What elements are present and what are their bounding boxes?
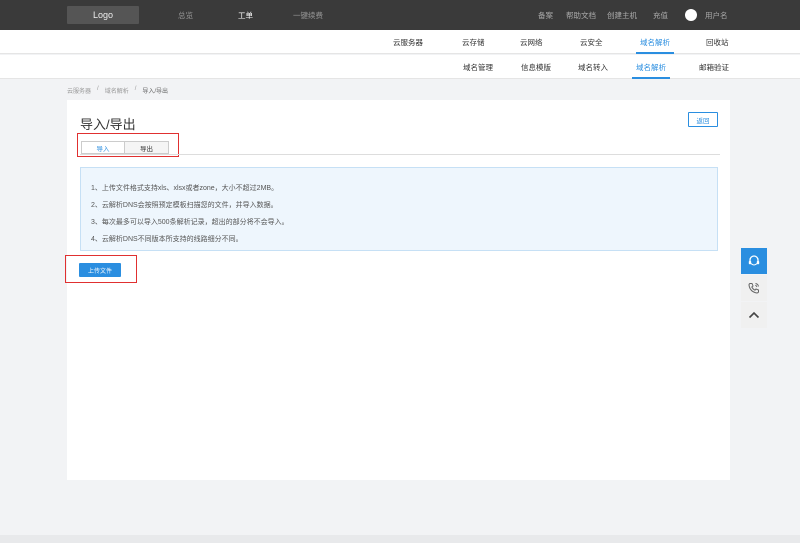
footer-strip <box>0 535 800 543</box>
nav-cloud-security[interactable]: 云安全 <box>580 30 603 54</box>
breadcrumb-separator: / <box>97 86 99 92</box>
chevron-up-icon <box>748 311 760 319</box>
phone-icon <box>748 283 759 294</box>
notice-line: 2、云解析DNS会按照预定模板扫描您的文件，并导入数据。 <box>91 202 278 209</box>
floating-toolbar <box>741 248 767 329</box>
import-notice: 1、上传文件格式支持xls、xlsx或者zone，大小不超过2MB。 2、云解析… <box>80 167 718 251</box>
notice-line: 1、上传文件格式支持xls、xlsx或者zone，大小不超过2MB。 <box>91 185 279 192</box>
subnav-info-template[interactable]: 信息模版 <box>521 55 551 79</box>
subnav-dns[interactable]: 域名解析 <box>632 55 670 79</box>
subnav-email-verify[interactable]: 邮箱验证 <box>699 55 729 79</box>
phone-button[interactable] <box>741 275 767 301</box>
nav-cloud-server[interactable]: 云服务器 <box>393 30 423 54</box>
topnav-filing[interactable]: 备案 <box>538 0 553 30</box>
tab-export[interactable]: 导出 <box>125 141 169 154</box>
tab-divider <box>80 154 720 155</box>
notice-line: 3、每次最多可以导入500条解析记录，超出的部分将不会导入。 <box>91 219 289 226</box>
username: 用户名 <box>705 10 728 20</box>
breadcrumb: 云服务器 / 域名解析 / 导入/导出 <box>67 86 168 95</box>
top-bar: Logo 总览 工单 一键续费 备案 帮助文档 创建主机 充值 用户名 <box>0 0 800 30</box>
topnav-create-host[interactable]: 创建主机 <box>607 0 637 30</box>
headset-icon <box>748 255 760 266</box>
tab-bar: 导入 导出 <box>81 141 169 154</box>
topnav-ticket[interactable]: 工单 <box>238 0 253 30</box>
notice-line: 4、云解析DNS不同版本所支持的线路细分不同。 <box>91 236 243 243</box>
topnav-recharge[interactable]: 充值 <box>653 0 668 30</box>
nav-recycle-bin[interactable]: 回收站 <box>706 30 729 54</box>
secondary-nav: 域名管理 信息模版 域名转入 域名解析 邮箱验证 <box>0 55 800 79</box>
topnav-help-docs[interactable]: 帮助文档 <box>566 0 596 30</box>
avatar <box>685 9 697 21</box>
nav-cloud-storage[interactable]: 云存储 <box>462 30 485 54</box>
breadcrumb-separator: / <box>134 86 137 92</box>
customer-service-button[interactable] <box>741 248 767 274</box>
breadcrumb-item[interactable]: 域名解析 <box>105 86 129 95</box>
main-panel: 导入/导出 返回 导入 导出 1、上传文件格式支持xls、xlsx或者zone，… <box>65 100 730 480</box>
breadcrumb-item[interactable]: 云服务器 <box>67 86 91 95</box>
subnav-domain-transfer[interactable]: 域名转入 <box>578 55 608 79</box>
subnav-domain-manage[interactable]: 域名管理 <box>463 55 493 79</box>
back-to-top-button[interactable] <box>741 302 767 328</box>
user-menu[interactable]: 用户名 <box>685 0 728 30</box>
nav-dns[interactable]: 域名解析 <box>636 30 674 54</box>
primary-nav: 云服务器 云存储 云网络 云安全 域名解析 回收站 <box>0 30 800 54</box>
page-title: 导入/导出 <box>80 117 136 132</box>
back-button[interactable]: 返回 <box>688 112 718 127</box>
logo[interactable]: Logo <box>67 6 139 24</box>
tab-import[interactable]: 导入 <box>81 141 125 154</box>
topnav-overview[interactable]: 总览 <box>178 0 193 30</box>
topnav-renew[interactable]: 一键续费 <box>293 0 323 30</box>
nav-cloud-network[interactable]: 云网络 <box>520 30 543 54</box>
breadcrumb-current: 导入/导出 <box>142 89 169 95</box>
upload-file-button[interactable]: 上传文件 <box>79 263 121 277</box>
